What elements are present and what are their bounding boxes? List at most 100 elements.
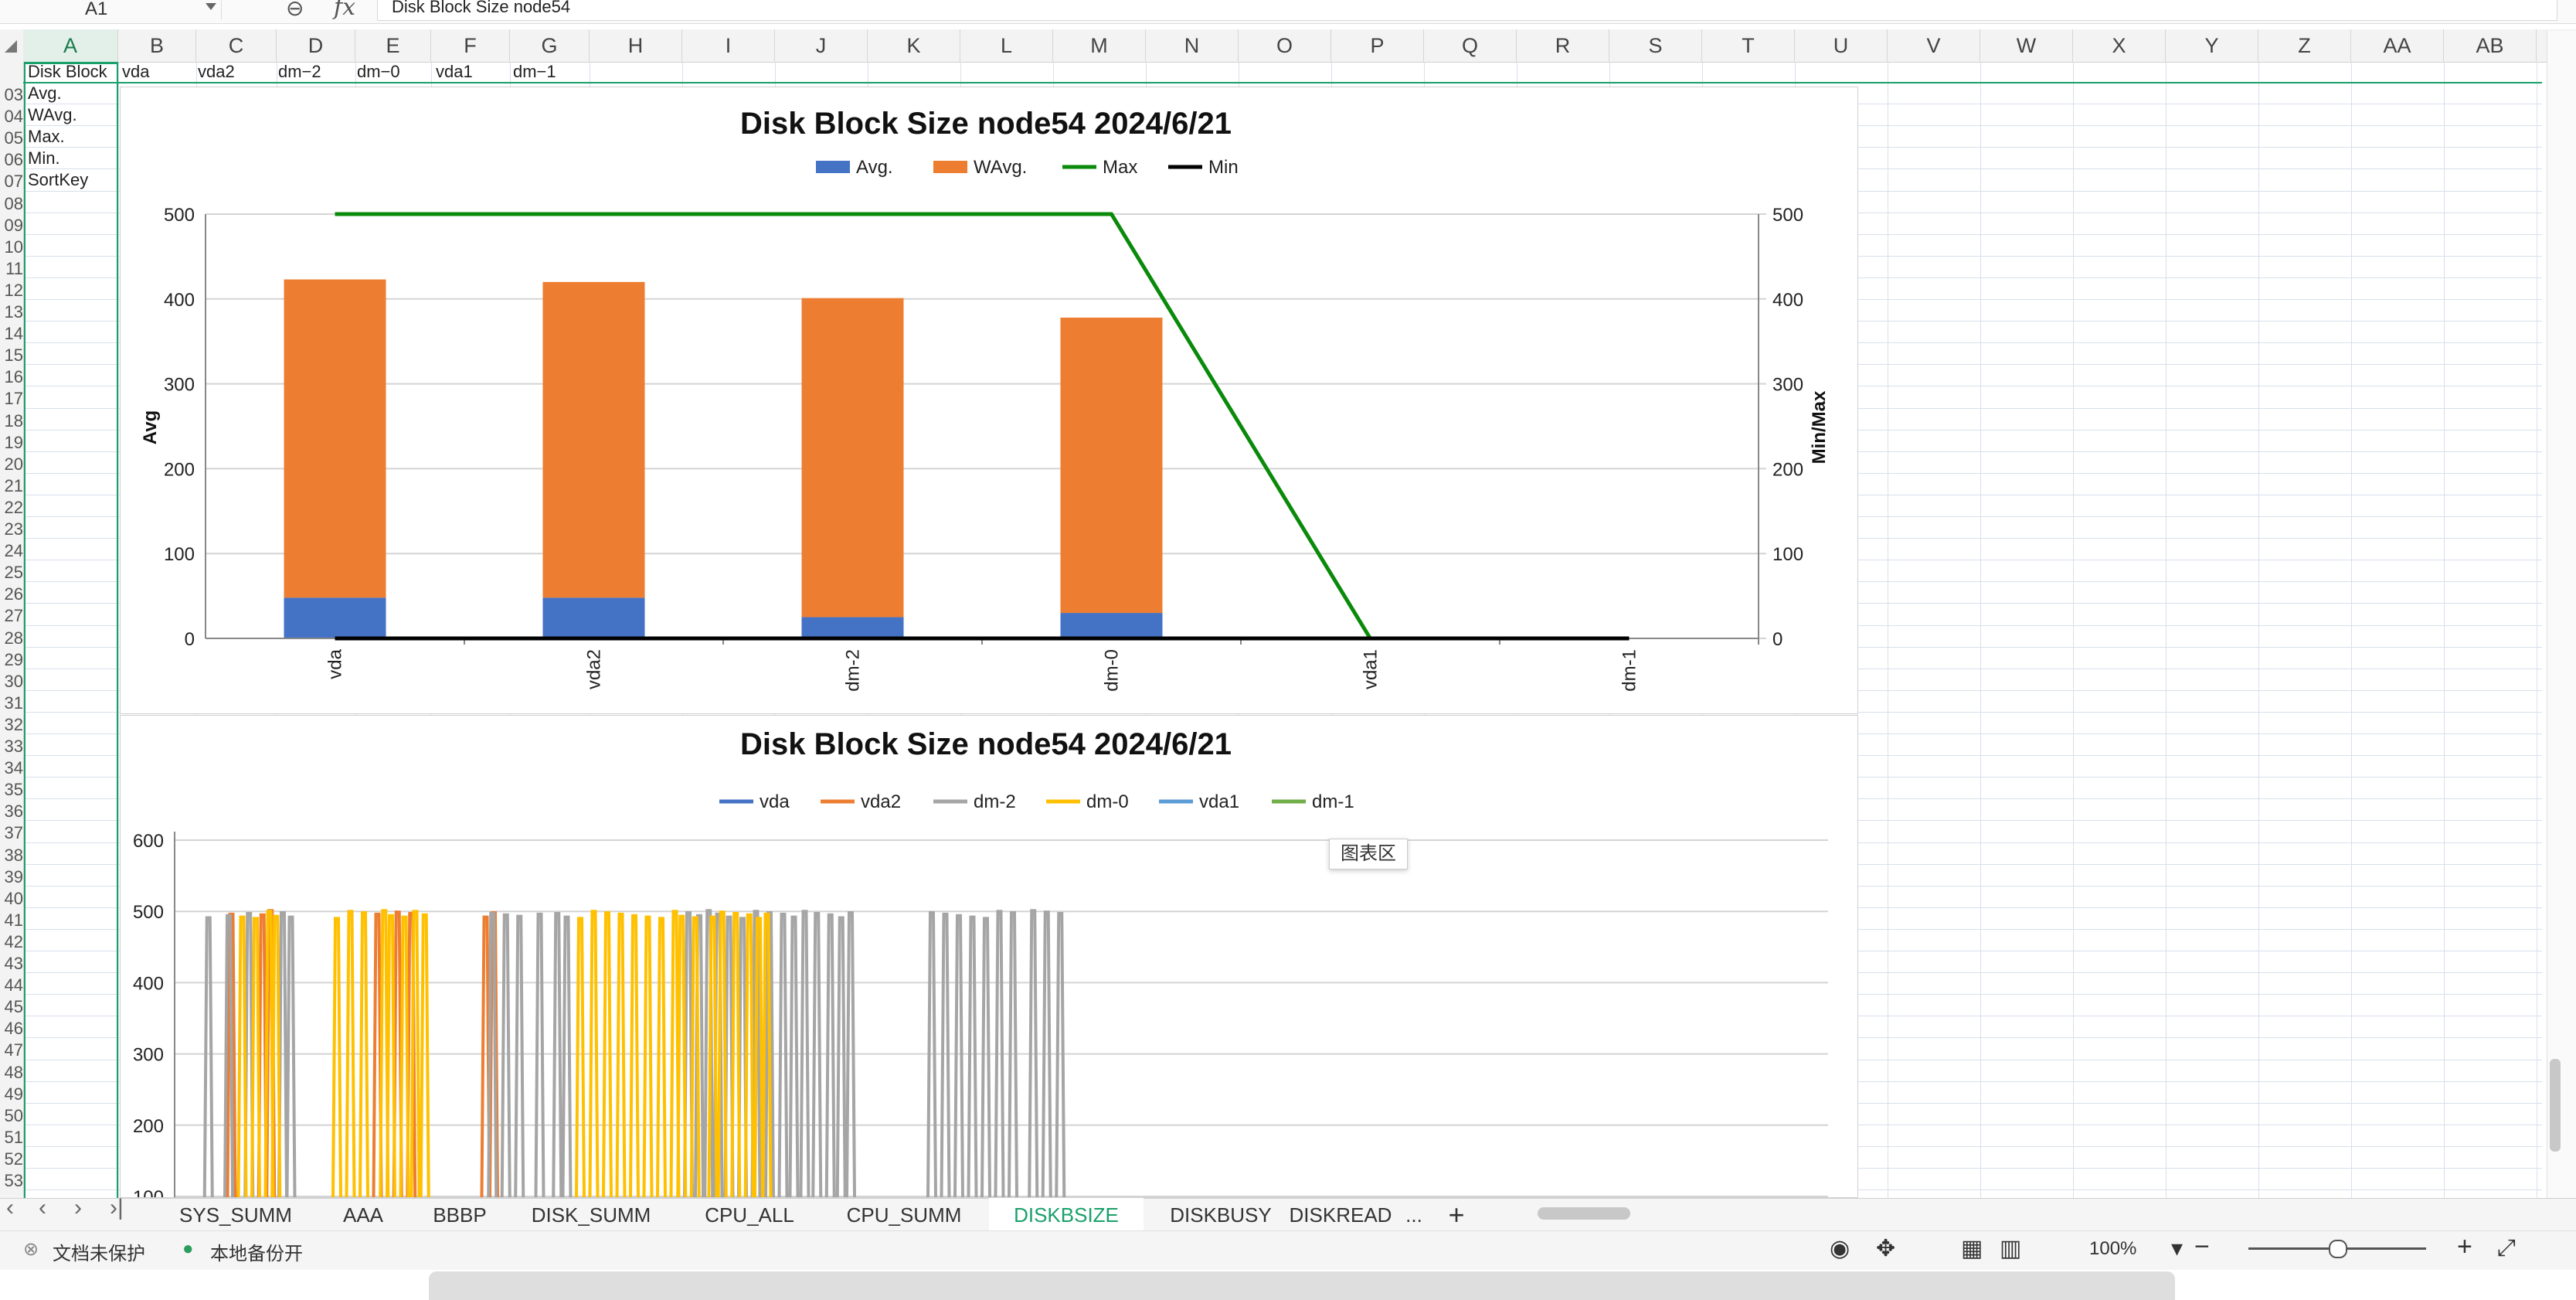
column-header-d[interactable]: D bbox=[277, 29, 355, 62]
row-header-23[interactable]: 23 bbox=[0, 519, 23, 541]
row-header-07[interactable]: 07 bbox=[0, 172, 23, 193]
tab--[interactable]: ... bbox=[1391, 1198, 1437, 1230]
first-sheet-icon[interactable]: ‹ bbox=[6, 1195, 14, 1221]
backup-status[interactable]: 本地备份开 bbox=[210, 1238, 303, 1265]
row-header-37[interactable]: 37 bbox=[0, 823, 23, 845]
row-header-10[interactable]: 10 bbox=[0, 237, 23, 259]
zoom-level[interactable]: 100% bbox=[2089, 1238, 2136, 1260]
column-header-c[interactable]: C bbox=[196, 29, 277, 62]
column-header-y[interactable]: Y bbox=[2166, 29, 2258, 62]
row-header-43[interactable]: 43 bbox=[0, 954, 23, 975]
row-label-cell[interactable]: WAvg. bbox=[28, 105, 77, 125]
row-header-35[interactable]: 35 bbox=[0, 780, 23, 801]
row-header-46[interactable]: 46 bbox=[0, 1019, 23, 1040]
row-label-cell[interactable]: Max. bbox=[28, 127, 65, 147]
column-header-u[interactable]: U bbox=[1795, 29, 1888, 62]
column-header-v[interactable]: V bbox=[1888, 29, 1980, 62]
column-header-n[interactable]: N bbox=[1146, 29, 1239, 62]
tab-cpu-all[interactable]: CPU_ALL bbox=[672, 1198, 827, 1230]
row-header-28[interactable]: 28 bbox=[0, 628, 23, 650]
column-header-ab[interactable]: AB bbox=[2444, 29, 2537, 62]
column-header-s[interactable]: S bbox=[1609, 29, 1702, 62]
row-header-42[interactable]: 42 bbox=[0, 932, 23, 954]
cell-d1[interactable]: dm−2 bbox=[278, 62, 321, 82]
column-header-e[interactable]: E bbox=[355, 29, 431, 62]
column-header-t[interactable]: T bbox=[1702, 29, 1795, 62]
row-header-24[interactable]: 24 bbox=[0, 541, 23, 563]
column-header-i[interactable]: I bbox=[682, 29, 775, 62]
row-header-48[interactable]: 48 bbox=[0, 1063, 23, 1084]
row-header-31[interactable]: 31 bbox=[0, 693, 23, 715]
row-header-44[interactable]: 44 bbox=[0, 975, 23, 997]
column-header-f[interactable]: F bbox=[431, 29, 510, 62]
row-header-04[interactable]: 04 bbox=[0, 107, 23, 128]
row-header-26[interactable]: 26 bbox=[0, 584, 23, 606]
row-header-22[interactable]: 22 bbox=[0, 498, 23, 519]
page-view-icon[interactable]: ▥ bbox=[2000, 1235, 2021, 1262]
cell-c1[interactable]: vda2 bbox=[198, 62, 235, 82]
row-header-21[interactable]: 21 bbox=[0, 476, 23, 498]
column-header-w[interactable]: W bbox=[1980, 29, 2073, 62]
formula-input[interactable]: Disk Block Size node54 bbox=[377, 0, 2557, 21]
column-header-x[interactable]: X bbox=[2073, 29, 2166, 62]
zoom-in-icon[interactable]: + bbox=[2457, 1232, 2472, 1262]
row-header-16[interactable]: 16 bbox=[0, 367, 23, 389]
row-header-53[interactable]: 53 bbox=[0, 1171, 23, 1193]
row-header-17[interactable]: 17 bbox=[0, 389, 23, 410]
zoom-out-icon[interactable]: − bbox=[2194, 1232, 2210, 1262]
cell-a1[interactable]: Disk Block bbox=[28, 62, 107, 82]
column-header-o[interactable]: O bbox=[1239, 29, 1331, 62]
name-box[interactable]: A1 bbox=[0, 0, 222, 20]
horizontal-scrollbar[interactable] bbox=[1514, 1206, 2519, 1220]
column-header-aa[interactable]: AA bbox=[2351, 29, 2444, 62]
row-header-19[interactable]: 19 bbox=[0, 433, 23, 454]
column-header-b[interactable]: B bbox=[118, 29, 196, 62]
chevron-down-icon[interactable] bbox=[206, 3, 216, 10]
next-sheet-icon[interactable]: › bbox=[74, 1195, 82, 1221]
function-icon[interactable]: fx bbox=[334, 0, 355, 21]
protect-status[interactable]: 文档未保护 bbox=[53, 1238, 145, 1265]
tab-diskbsize[interactable]: DISKBSIZE bbox=[989, 1198, 1144, 1233]
eye-icon[interactable]: ◉ bbox=[1830, 1235, 1850, 1262]
row-header-33[interactable]: 33 bbox=[0, 737, 23, 758]
column-header-h[interactable]: H bbox=[590, 29, 682, 62]
row-header-29[interactable]: 29 bbox=[0, 650, 23, 672]
last-sheet-icon[interactable]: ›| bbox=[110, 1195, 124, 1221]
add-sheet-button[interactable]: + bbox=[1437, 1198, 1476, 1230]
column-header-j[interactable]: J bbox=[775, 29, 868, 62]
tab-disk-summ[interactable]: DISK_SUMM bbox=[510, 1198, 672, 1230]
row-header-36[interactable]: 36 bbox=[0, 801, 23, 823]
column-header-m[interactable]: M bbox=[1053, 29, 1146, 62]
row-label-cell[interactable]: SortKey bbox=[28, 170, 88, 190]
row-header-27[interactable]: 27 bbox=[0, 606, 23, 628]
cell-b1[interactable]: vda bbox=[122, 62, 149, 82]
row-header-51[interactable]: 51 bbox=[0, 1128, 23, 1149]
tab-cpu-summ[interactable]: CPU_SUMM bbox=[827, 1198, 981, 1230]
row-header-32[interactable]: 32 bbox=[0, 715, 23, 737]
cell-e1[interactable]: dm−0 bbox=[357, 62, 400, 82]
tab-aaa[interactable]: AAA bbox=[317, 1198, 410, 1230]
row-header-40[interactable]: 40 bbox=[0, 889, 23, 910]
column-header-l[interactable]: L bbox=[960, 29, 1053, 62]
row-header-11[interactable]: 11 bbox=[0, 259, 23, 281]
cell-g1[interactable]: dm−1 bbox=[513, 62, 556, 82]
row-header-14[interactable]: 14 bbox=[0, 324, 23, 345]
fullscreen-icon[interactable]: ⤢ bbox=[2497, 1235, 2516, 1261]
tab-bbbp[interactable]: BBBP bbox=[410, 1198, 510, 1230]
row-header-15[interactable]: 15 bbox=[0, 345, 23, 367]
freeze-icon[interactable]: ✥ bbox=[1876, 1235, 1895, 1262]
row-header-03[interactable]: 03 bbox=[0, 85, 23, 107]
column-header-a[interactable]: A bbox=[23, 29, 118, 64]
row-header-45[interactable]: 45 bbox=[0, 997, 23, 1019]
tab-sys-summ[interactable]: SYS_SUMM bbox=[155, 1198, 317, 1230]
row-header-25[interactable]: 25 bbox=[0, 563, 23, 584]
row-header-18[interactable]: 18 bbox=[0, 411, 23, 433]
row-header-39[interactable]: 39 bbox=[0, 867, 23, 889]
tab-diskread[interactable]: DISKREAD bbox=[1283, 1198, 1398, 1230]
cell-f1[interactable]: vda1 bbox=[436, 62, 473, 82]
zoom-slider-handle[interactable] bbox=[2329, 1240, 2347, 1258]
row-header-52[interactable]: 52 bbox=[0, 1149, 23, 1171]
row-header-34[interactable]: 34 bbox=[0, 758, 23, 780]
row-header-06[interactable]: 06 bbox=[0, 150, 23, 172]
row-header-12[interactable]: 12 bbox=[0, 281, 23, 302]
